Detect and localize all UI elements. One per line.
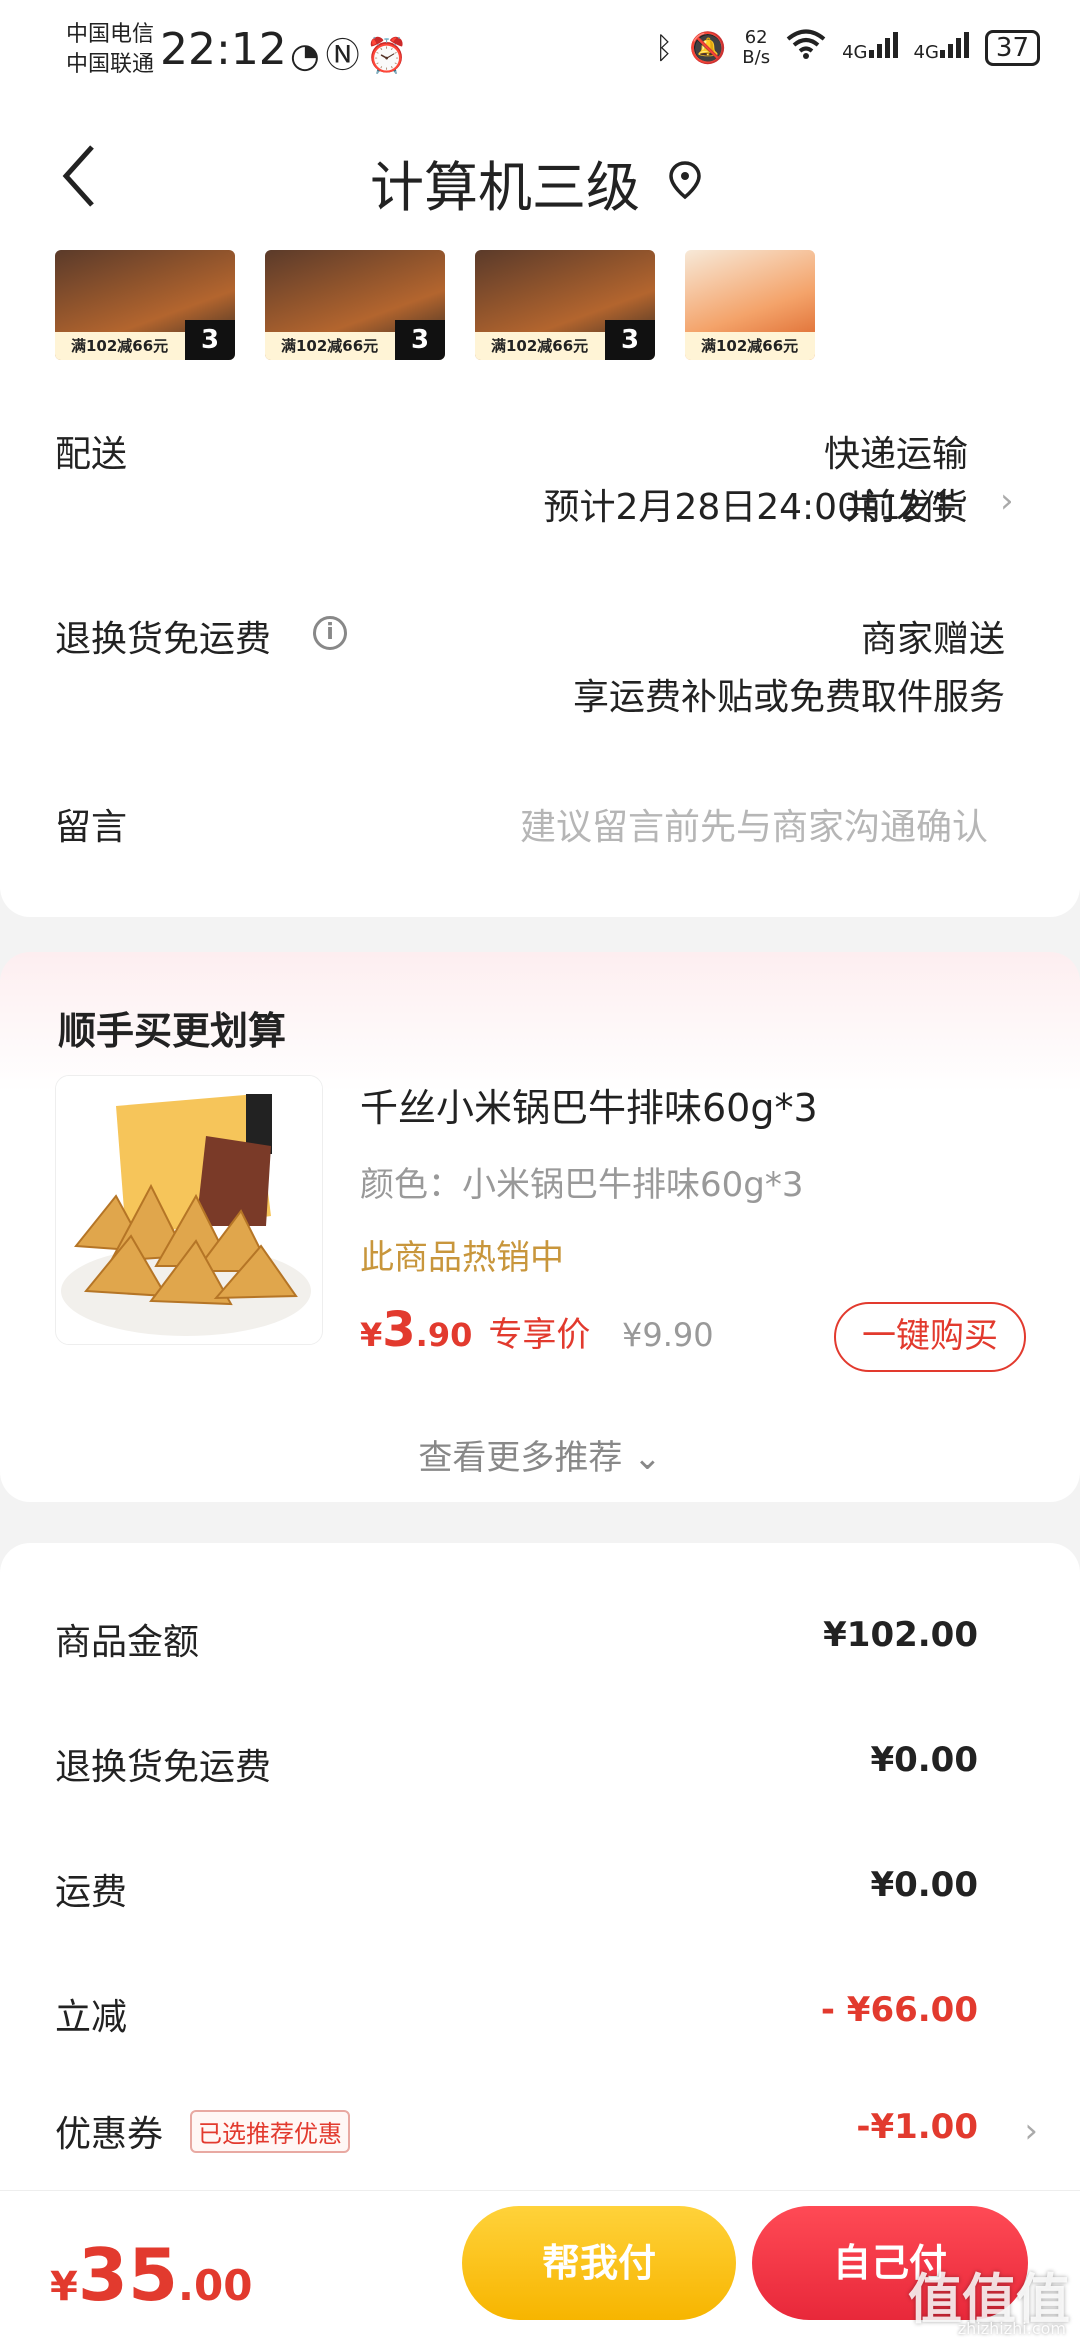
product-thumbnails[interactable]: 满102减66元 3 满102减66元 3 满102减66元 3 满102减66… (55, 250, 815, 360)
signal-2-icon: 4G (914, 30, 969, 66)
original-price: ¥9.90 (622, 1316, 714, 1354)
speedometer-icon: ◔ (290, 36, 326, 76)
recommendation-card: 顺手买更划算 千丝小米锅巴牛排味60g*3 颜色：小米锅巴牛排味60g*3 此商… (0, 952, 1080, 1502)
status-bar: 中国电信 中国联通 22:12 ◔Ⓝ⏰ ᛒ 🔕 62 B/s 4G 4G 37 (0, 0, 1080, 105)
discount-value: - ¥66.00 (820, 1990, 978, 2030)
price-decimal: .90 (415, 1316, 473, 1354)
price-integer: 3 (382, 1302, 416, 1358)
see-more-label: 查看更多推荐 (418, 1438, 623, 1478)
message-label: 留言 (55, 807, 128, 848)
recommend-product-variant: 颜色：小米锅巴牛排味60g*3 (360, 1165, 804, 1205)
return-fee-desc: 享运费补贴或免费取件服务 (572, 677, 1005, 718)
chevron-right-icon[interactable]: › (1000, 481, 1014, 521)
price-summary-card: 商品金额 ¥102.00 退换货免运费 ¥0.00 运费 ¥0.00 立减 - … (0, 1543, 1080, 2203)
carrier-info: 中国电信 中国联通 (66, 20, 154, 80)
status-icons-left: ◔Ⓝ⏰ (290, 28, 414, 77)
wifi-icon (786, 28, 826, 68)
chevron-right-icon[interactable]: › (1024, 2111, 1038, 2151)
thumb-quantity-badge: 3 (185, 320, 235, 360)
total-integer: 35 (77, 2233, 179, 2317)
summary-label: 商品金额 (55, 1622, 200, 1663)
status-time: 22:12 (160, 24, 287, 75)
network-type-2: 4G (913, 42, 939, 63)
product-thumbnail[interactable]: 满102减66元 3 (55, 250, 235, 360)
coupon-tag[interactable]: 已选推荐优惠 (190, 2110, 350, 2153)
nfc-icon: Ⓝ (325, 36, 366, 76)
help-me-pay-button[interactable]: 帮我付 (462, 2206, 736, 2320)
total-price: ¥35.00 (50, 2233, 252, 2317)
delivery-label: 配送 (55, 434, 128, 475)
battery-icon: 37 (984, 30, 1040, 66)
checkout-bar: ¥35.00 帮我付 自己付 值值值 zhizhizhi.com (0, 2190, 1080, 2340)
exclusive-price-tag: 专享价 (488, 1315, 591, 1355)
delivery-estimate: 预计2月28日24:00前发货 (543, 487, 968, 528)
thumb-quantity-badge: 3 (605, 320, 655, 360)
return-fee-provider: 商家赠送 (860, 619, 1005, 660)
delivery-method: 快递运输 (823, 434, 968, 475)
summary-label: 立减 (55, 1997, 128, 2038)
total-currency: ¥ (50, 2264, 78, 2310)
price-currency: ¥ (360, 1316, 383, 1354)
see-more-recommendations[interactable]: 查看更多推荐 ⌄ (0, 1430, 1080, 1479)
carrier-2: 中国联通 (66, 52, 155, 77)
product-thumbnail[interactable]: 满102减66元 (685, 250, 815, 360)
return-fee-label: 退换货免运费 (55, 619, 272, 660)
location-pin-icon[interactable] (668, 160, 702, 200)
nav-bar: 计算机三级 (0, 105, 1080, 250)
recommend-title: 顺手买更划算 (58, 1009, 287, 1053)
coupon-value[interactable]: -¥1.00 (856, 2107, 978, 2147)
summary-value: ¥0.00 (870, 1865, 978, 1905)
chevron-down-icon: ⌄ (633, 1438, 662, 1478)
speed-value: 62 (744, 27, 768, 48)
thumb-quantity-badge: 3 (395, 320, 445, 360)
network-type-1: 4G (842, 42, 868, 63)
carrier-1: 中国电信 (66, 22, 155, 47)
coupon-label[interactable]: 优惠券 (55, 2105, 163, 2157)
summary-label: 退换货免运费 (55, 1747, 272, 1788)
info-icon[interactable]: i (313, 616, 347, 650)
mute-bell-icon: 🔕 (688, 30, 727, 66)
product-image[interactable] (55, 1075, 323, 1345)
page-title: 计算机三级 (370, 156, 640, 219)
network-speed: 62 B/s (742, 28, 770, 68)
hot-selling-label: 此商品热销中 (360, 1238, 564, 1278)
status-icons-right: ᛒ 🔕 62 B/s 4G 4G 37 (655, 28, 1040, 68)
recommend-price: ¥3.90 专享价 (360, 1302, 590, 1358)
order-info-card: 满102减66元 3 满102减66元 3 满102减66元 3 满102减66… (0, 235, 1080, 917)
total-decimal: .00 (178, 2261, 253, 2310)
summary-value: ¥102.00 (823, 1615, 978, 1655)
speed-unit: B/s (742, 47, 771, 68)
summary-value: ¥0.00 (870, 1740, 978, 1780)
product-thumbnail[interactable]: 满102减66元 3 (475, 250, 655, 360)
thumb-promo-label: 满102减66元 (685, 332, 815, 360)
bluetooth-icon: ᛒ (654, 30, 673, 66)
watermark-url: zhizhizhi.com (957, 2319, 1066, 2338)
summary-label: 运费 (55, 1872, 128, 1913)
product-thumbnail[interactable]: 满102减66元 3 (265, 250, 445, 360)
alarm-icon: ⏰ (365, 36, 415, 76)
one-click-buy-button[interactable]: 一键购买 (834, 1302, 1026, 1372)
signal-1-icon: 4G (842, 30, 898, 66)
message-input[interactable]: 建议留言前先与商家沟通确认 (520, 798, 988, 850)
recommend-product-name[interactable]: 千丝小米锅巴牛排味60g*3 (360, 1077, 818, 1132)
